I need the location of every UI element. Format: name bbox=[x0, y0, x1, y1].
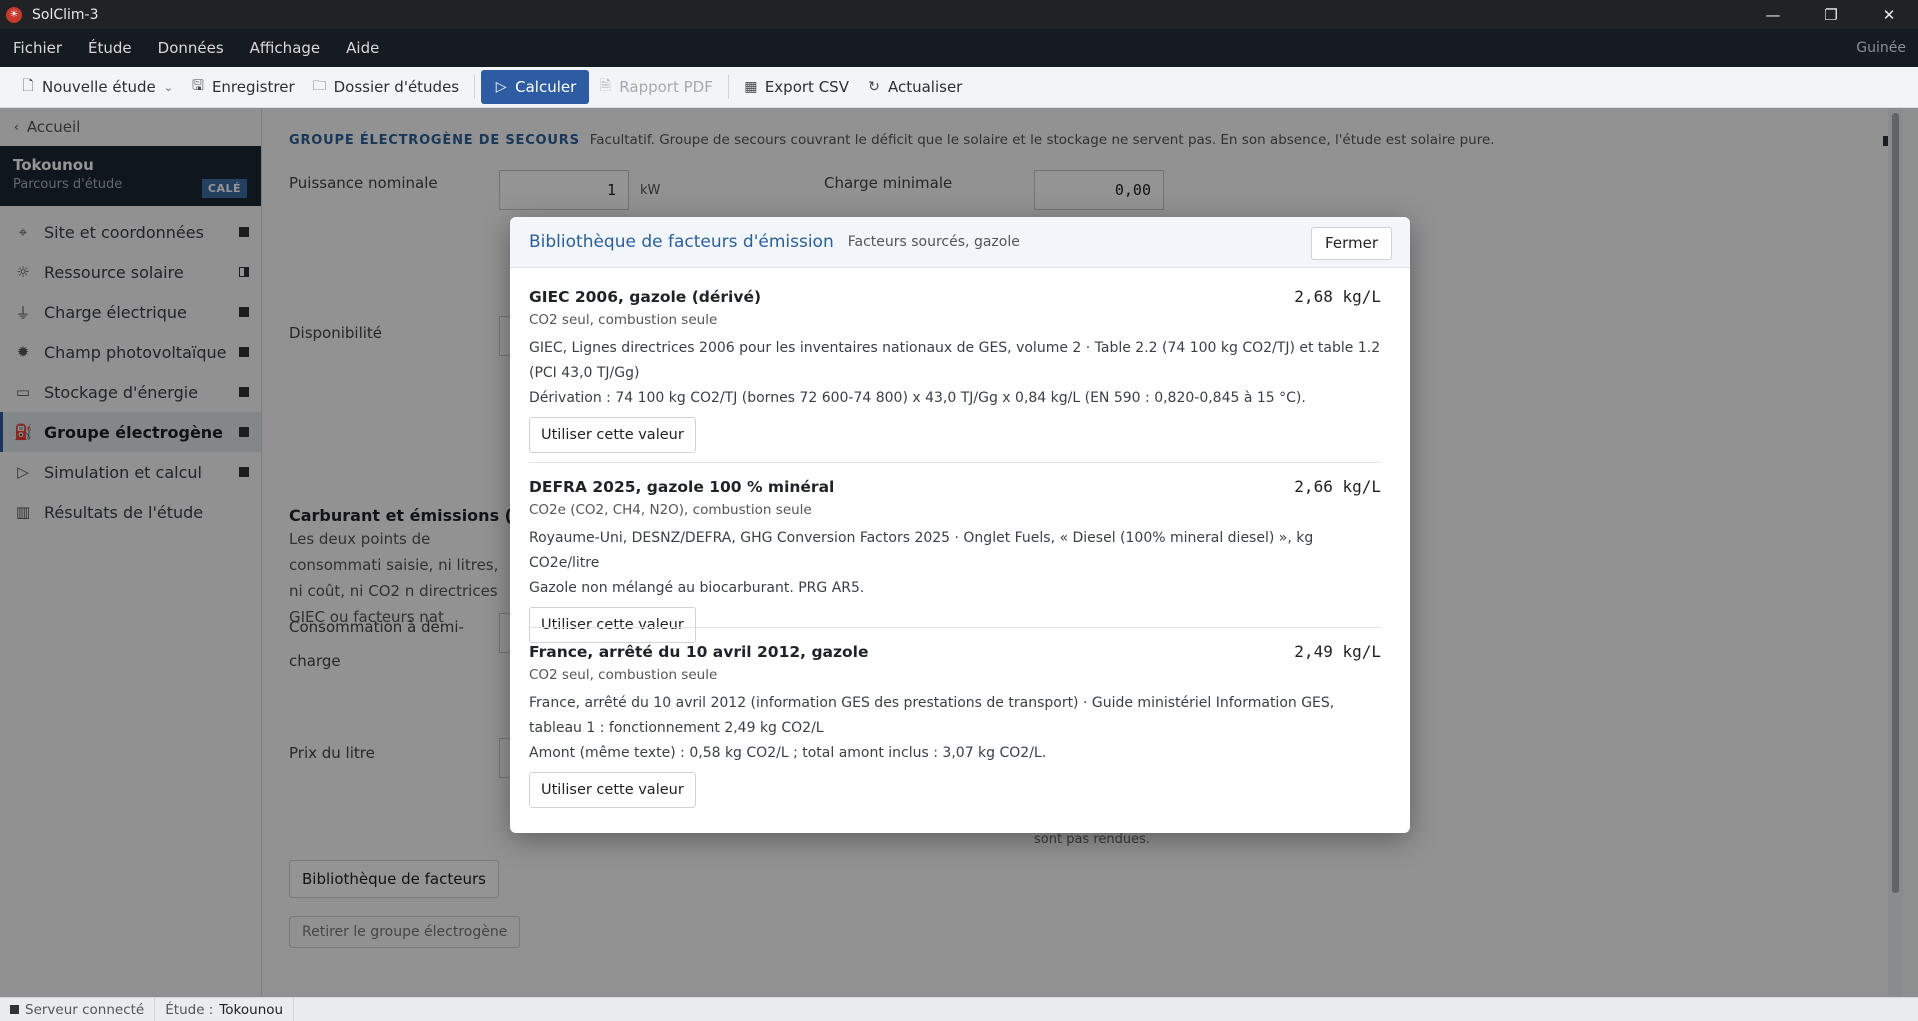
use-value-button[interactable]: Utiliser cette valeur bbox=[529, 417, 696, 453]
close-icon[interactable]: ✕ bbox=[1860, 0, 1918, 29]
factor-scope: CO2 seul, combustion seule bbox=[529, 667, 718, 683]
new-file-icon: 🗋 bbox=[22, 78, 34, 94]
menu-donnees[interactable]: Données bbox=[145, 39, 237, 57]
play-icon: ▷ bbox=[495, 79, 507, 95]
menu-fichier[interactable]: Fichier bbox=[0, 39, 75, 57]
factor-item: DEFRA 2025, gazole 100 % minéral 2,66 kg… bbox=[529, 477, 1381, 643]
factor-source: Royaume-Uni, DESNZ/DEFRA, GHG Conversion… bbox=[529, 530, 1314, 571]
factor-item: France, arrêté du 10 avril 2012, gazole … bbox=[529, 642, 1381, 808]
factor-item: GIEC 2006, gazole (dérivé) 2,68 kg/L CO2… bbox=[529, 287, 1381, 453]
factor-derivation: Amont (même texte) : 0,58 kg CO2/L ; tot… bbox=[529, 745, 1047, 761]
study-folder-button[interactable]: 🗀 Dossier d'études bbox=[304, 70, 469, 104]
use-value-button[interactable]: Utiliser cette valeur bbox=[529, 607, 696, 643]
toolbar: 🗋 Nouvelle étude ⌄ 🖫 Enregistrer 🗀 Dossi… bbox=[0, 67, 1918, 108]
folder-icon: 🗀 bbox=[312, 78, 327, 94]
factor-name: France, arrêté du 10 avril 2012, gazole bbox=[529, 643, 869, 661]
restore-icon[interactable]: ❐ bbox=[1802, 0, 1860, 29]
calculate-button[interactable]: ▷ Calculer bbox=[481, 70, 590, 104]
new-study-button[interactable]: 🗋 Nouvelle étude ⌄ bbox=[12, 70, 182, 104]
toolbar-separator bbox=[474, 75, 476, 99]
refresh-button[interactable]: ↻ Actualiser bbox=[858, 70, 971, 104]
factor-value: 2,68 kg/L bbox=[1294, 287, 1381, 306]
emission-factor-library-dialog: Bibliothèque de facteurs d'émission Fact… bbox=[510, 217, 1410, 833]
divider bbox=[529, 462, 1381, 463]
chevron-down-icon: ⌄ bbox=[163, 80, 173, 94]
region-label: Guinée bbox=[1856, 40, 1906, 56]
menu-bar: Fichier Étude Données Affichage Aide Gui… bbox=[0, 29, 1918, 67]
sun-app-icon: ☀ bbox=[6, 6, 22, 23]
window-title: SolClim-3 bbox=[32, 6, 99, 23]
status-bar: Serveur connecté Étude : Tokounou bbox=[0, 997, 1918, 1021]
factor-value: 2,49 kg/L bbox=[1294, 642, 1381, 661]
factor-scope: CO2 seul, combustion seule bbox=[529, 312, 718, 328]
factor-source: France, arrêté du 10 avril 2012 (informa… bbox=[529, 695, 1335, 736]
dialog-header: Bibliothèque de facteurs d'émission Fact… bbox=[510, 217, 1410, 268]
factor-source: GIEC, Lignes directrices 2006 pour les i… bbox=[529, 340, 1381, 381]
factor-value: 2,66 kg/L bbox=[1294, 477, 1381, 496]
title-bar: ☀ SolClim-3 — ❐ ✕ bbox=[0, 0, 1918, 29]
factor-scope: CO2e (CO2, CH4, N2O), combustion seule bbox=[529, 502, 812, 518]
refresh-icon: ↻ bbox=[868, 79, 880, 95]
factor-name: DEFRA 2025, gazole 100 % minéral bbox=[529, 478, 835, 496]
save-button[interactable]: 🖫 Enregistrer bbox=[182, 70, 304, 104]
pdf-report-button[interactable]: 🗎 Rapport PDF bbox=[589, 70, 722, 104]
menu-aide[interactable]: Aide bbox=[333, 39, 392, 57]
minimize-icon[interactable]: — bbox=[1744, 0, 1802, 29]
connection-status-icon bbox=[10, 1005, 19, 1014]
factor-derivation: Dérivation : 74 100 kg CO2/TJ (bornes 72… bbox=[529, 390, 1306, 406]
divider bbox=[529, 627, 1381, 628]
menu-affichage[interactable]: Affichage bbox=[237, 39, 333, 57]
close-button[interactable]: Fermer bbox=[1311, 227, 1392, 260]
current-study-status: Étude : Tokounou bbox=[155, 997, 295, 1021]
server-status: Serveur connecté bbox=[0, 997, 156, 1021]
menu-etude[interactable]: Étude bbox=[75, 39, 145, 57]
export-csv-button[interactable]: ▦ Export CSV bbox=[735, 70, 858, 104]
dialog-title: Bibliothèque de facteurs d'émission bbox=[529, 232, 834, 252]
save-icon: 🖫 bbox=[191, 78, 204, 94]
window-controls: — ❐ ✕ bbox=[1744, 0, 1918, 29]
factor-name: GIEC 2006, gazole (dérivé) bbox=[529, 288, 762, 306]
dialog-subtitle: Facteurs sourcés, gazole bbox=[847, 234, 1020, 250]
toolbar-separator bbox=[727, 75, 729, 99]
document-icon: 🗎 bbox=[599, 78, 611, 94]
table-icon: ▦ bbox=[744, 79, 758, 95]
factor-derivation: Gazole non mélangé au biocarburant. PRG … bbox=[529, 580, 865, 596]
use-value-button[interactable]: Utiliser cette valeur bbox=[529, 772, 696, 808]
